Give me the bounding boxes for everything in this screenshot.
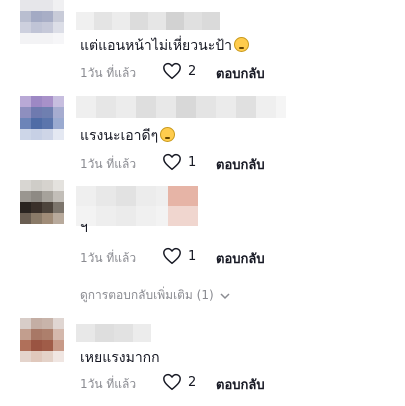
view-more-replies-button[interactable]: ดูการตอบกลับเพิ่มเติม (1) (80, 286, 230, 305)
reply-button[interactable]: ตอบกลับ (216, 374, 265, 395)
reply-button[interactable]: ตอบกลับ (216, 63, 265, 84)
username-blurred[interactable] (76, 12, 220, 30)
heart-outline-icon (163, 373, 181, 391)
like-count: 1 (188, 248, 197, 264)
comment-text: เหยแรงมากก (80, 348, 160, 368)
avatar[interactable] (20, 0, 64, 44)
like-count: 2 (188, 63, 197, 79)
timestamp: 1วัน ที่แล้ว (80, 157, 137, 171)
view-more-replies-label: ดูการตอบกลับเพิ่มเติม (1) (80, 288, 214, 302)
like-button[interactable]: 1 (162, 247, 196, 265)
timestamp: 1วัน ที่แล้ว (80, 377, 137, 391)
like-button[interactable]: 2 (162, 62, 196, 80)
reply-button[interactable]: ตอบกลับ (216, 154, 265, 175)
comment-text-label: เหยแรงมากก (80, 350, 160, 366)
comment-text-label: ฯ (80, 220, 88, 232)
heart-outline-icon (163, 62, 181, 80)
avatar[interactable] (20, 318, 64, 362)
comment-meta: 1วัน ที่แล้ว 2 ตอบกลับ (80, 62, 380, 82)
comment-text: แรงนะเอาดีๆ (80, 126, 176, 146)
heart-outline-icon (163, 247, 181, 265)
avatar[interactable] (20, 180, 64, 224)
username-blurred[interactable] (76, 324, 151, 342)
timestamp: 1วัน ที่แล้ว (80, 66, 137, 80)
flushed-face-emoji (233, 37, 249, 52)
comment-text-label: แรงนะเอาดีๆ (80, 128, 159, 144)
worried-face-emoji (160, 127, 176, 142)
avatar[interactable] (20, 96, 64, 140)
comment-meta: 1วัน ที่แล้ว 1 ตอบกลับ (80, 153, 380, 173)
comment-meta: 1วัน ที่แล้ว 2 ตอบกลับ (80, 373, 380, 393)
like-button[interactable]: 1 (162, 153, 196, 171)
like-button[interactable]: 2 (162, 373, 196, 391)
like-count: 1 (188, 154, 197, 170)
comment-text: แต่แอนหน้าไม่เหี่ยวนะป้า (80, 36, 249, 56)
heart-outline-icon (163, 153, 181, 171)
comment-meta: 1วัน ที่แล้ว 1 ตอบกลับ (80, 247, 380, 267)
username-blurred[interactable] (76, 96, 286, 118)
reply-button[interactable]: ตอบกลับ (216, 248, 265, 269)
chevron-down-icon (220, 292, 230, 299)
username-blurred[interactable] (76, 186, 198, 226)
comment-text: ฯ (80, 218, 88, 232)
timestamp: 1วัน ที่แล้ว (80, 251, 137, 265)
comment-text-label: แต่แอนหน้าไม่เหี่ยวนะป้า (80, 38, 232, 54)
like-count: 2 (188, 374, 197, 390)
